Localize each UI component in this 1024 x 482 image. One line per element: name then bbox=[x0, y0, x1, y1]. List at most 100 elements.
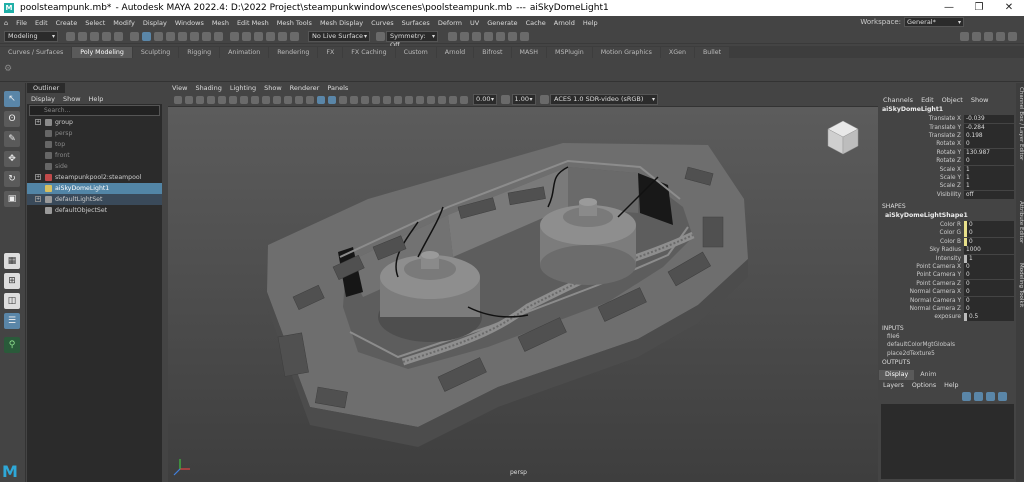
colorspace-icon[interactable] bbox=[539, 95, 549, 104]
attr-value[interactable]: 0 bbox=[964, 221, 1014, 230]
select-surface-icon[interactable] bbox=[201, 31, 211, 41]
gate-mask-icon[interactable] bbox=[250, 95, 259, 104]
screen-space-ao-icon[interactable] bbox=[360, 95, 369, 104]
attr-value[interactable]: 1000 bbox=[964, 246, 1014, 255]
viewport-menu-shading[interactable]: Shading bbox=[191, 84, 225, 92]
attr-value[interactable]: 0 bbox=[964, 271, 1014, 280]
menu-windows[interactable]: Windows bbox=[171, 19, 208, 27]
attr-value[interactable]: 0 bbox=[964, 157, 1014, 166]
field-chart-icon[interactable] bbox=[261, 95, 270, 104]
attr-value[interactable]: 0 bbox=[964, 296, 1014, 305]
shelf-tab-fx[interactable]: FX bbox=[318, 47, 343, 58]
attr-value[interactable]: 0 bbox=[964, 229, 1014, 238]
side-tab-modeling-toolkit[interactable]: Modeling Toolkit bbox=[1016, 263, 1024, 307]
channel-menu-channels[interactable]: Channels bbox=[879, 96, 917, 104]
menuset-dropdown[interactable]: Modeling bbox=[4, 30, 58, 42]
attr-value[interactable]: off bbox=[964, 190, 1014, 199]
shelf-tab-curves-surfaces[interactable]: Curves / Surfaces bbox=[0, 47, 72, 58]
shelf-tab-msplugin[interactable]: MSPlugin bbox=[547, 47, 592, 58]
paint-select-icon[interactable]: ✎ bbox=[4, 131, 20, 147]
textured-icon[interactable] bbox=[327, 95, 336, 104]
viewport-menu-show[interactable]: Show bbox=[260, 84, 286, 92]
attr-value[interactable]: 0.5 bbox=[964, 313, 1014, 322]
menu-select[interactable]: Select bbox=[81, 19, 109, 27]
isolate-select-icon[interactable] bbox=[393, 95, 402, 104]
channel-menu-object[interactable]: Object bbox=[938, 96, 967, 104]
menu-uv[interactable]: UV bbox=[466, 19, 483, 27]
minimize-button[interactable]: — bbox=[934, 0, 964, 16]
outliner-item[interactable]: + group bbox=[27, 117, 162, 128]
side-tab-attribute-editor[interactable]: Attribute Editor bbox=[1016, 201, 1024, 243]
attr-value[interactable]: 0 bbox=[964, 263, 1014, 272]
image-plane-icon[interactable] bbox=[206, 95, 215, 104]
select-camera-icon[interactable] bbox=[173, 95, 182, 104]
safe-action-icon[interactable] bbox=[272, 95, 281, 104]
menu-mesh-display[interactable]: Mesh Display bbox=[316, 19, 367, 27]
open-scene-icon[interactable] bbox=[77, 31, 87, 41]
shelf-gear-icon[interactable]: ⚙ bbox=[4, 64, 12, 74]
menu-generate[interactable]: Generate bbox=[483, 19, 521, 27]
input-node-defaultcolormgtglobals[interactable]: defaultColorMgtGlobals bbox=[879, 341, 1016, 350]
two-view-layout-icon[interactable]: ◫ bbox=[4, 293, 20, 309]
attr-value[interactable]: 0 bbox=[964, 237, 1014, 246]
select-joint-icon[interactable] bbox=[177, 31, 187, 41]
render-settings-icon[interactable] bbox=[483, 31, 493, 41]
outliner-item[interactable]: persp bbox=[27, 128, 162, 139]
new-layer-selected-icon[interactable] bbox=[973, 391, 983, 401]
ipr-render-icon[interactable] bbox=[471, 31, 481, 41]
outliner-item[interactable]: top bbox=[27, 139, 162, 150]
attr-value[interactable]: 0 bbox=[964, 288, 1014, 297]
outliner-item[interactable]: front bbox=[27, 150, 162, 161]
camera-attributes-icon[interactable] bbox=[184, 95, 193, 104]
outliner-layout-icon[interactable]: ☰ bbox=[4, 313, 20, 329]
menu-edit-mesh[interactable]: Edit Mesh bbox=[233, 19, 273, 27]
anti-aliasing-icon[interactable] bbox=[382, 95, 391, 104]
snap-view-icon[interactable] bbox=[265, 31, 275, 41]
menu-file[interactable]: File bbox=[12, 19, 31, 27]
expand-icon[interactable]: + bbox=[35, 119, 41, 125]
outliner-menu-display[interactable]: Display bbox=[27, 95, 59, 103]
shelf-tab-bullet[interactable]: Bullet bbox=[694, 47, 730, 58]
viewport-menu-renderer[interactable]: Renderer bbox=[286, 84, 324, 92]
select-handle-icon[interactable] bbox=[165, 31, 175, 41]
layer-menu-options[interactable]: Options bbox=[908, 382, 940, 389]
rotate-tool-icon[interactable]: ↻ bbox=[4, 171, 20, 187]
outliner-menu-help[interactable]: Help bbox=[85, 95, 108, 103]
shadows-icon[interactable] bbox=[349, 95, 358, 104]
attribute-editor-icon[interactable] bbox=[983, 31, 993, 41]
input-node-place2dtexture5[interactable]: place2dTexture5 bbox=[879, 350, 1016, 359]
select-component-icon[interactable] bbox=[153, 31, 163, 41]
smooth-shade-icon[interactable] bbox=[305, 95, 314, 104]
search-icon[interactable]: ⚲ bbox=[4, 337, 20, 353]
outliner-tab[interactable]: Outliner bbox=[27, 83, 66, 93]
character-controls-icon[interactable] bbox=[971, 31, 981, 41]
expand-icon[interactable]: + bbox=[35, 196, 41, 202]
colorspace-dropdown[interactable]: ACES 1.0 SDR-video (sRGB) bbox=[550, 94, 658, 105]
move-up-icon[interactable] bbox=[985, 391, 995, 401]
menu-help[interactable]: Help bbox=[579, 19, 602, 27]
snap-live-icon[interactable] bbox=[289, 31, 299, 41]
shelf-tab-sculpting[interactable]: Sculpting bbox=[132, 47, 179, 58]
workspace-dropdown[interactable]: General* bbox=[904, 17, 964, 27]
layer-menu-layers[interactable]: Layers bbox=[879, 382, 908, 389]
shelf-tab-animation[interactable]: Animation bbox=[220, 47, 269, 58]
shelf-tab-rendering[interactable]: Rendering bbox=[269, 47, 318, 58]
attr-value[interactable]: 1 bbox=[964, 182, 1014, 191]
close-button[interactable]: ✕ bbox=[994, 0, 1024, 16]
history-icon[interactable] bbox=[447, 31, 457, 41]
redo-icon[interactable] bbox=[113, 31, 123, 41]
tool-settings-icon[interactable] bbox=[995, 31, 1005, 41]
attr-value[interactable]: -0.039 bbox=[964, 115, 1014, 124]
safe-title-icon[interactable] bbox=[283, 95, 292, 104]
exposure-toggle-icon[interactable] bbox=[459, 95, 468, 104]
resolution-gate-icon[interactable] bbox=[239, 95, 248, 104]
outliner-item[interactable]: + defaultLightSet bbox=[27, 194, 162, 205]
gamma-icon[interactable] bbox=[501, 95, 510, 104]
grid-icon[interactable] bbox=[217, 95, 226, 104]
menu-cache[interactable]: Cache bbox=[522, 19, 550, 27]
film-gate-icon[interactable] bbox=[228, 95, 237, 104]
arnold-icon[interactable] bbox=[519, 31, 529, 41]
outliner-menu-show[interactable]: Show bbox=[59, 95, 85, 103]
menu-curves[interactable]: Curves bbox=[367, 19, 398, 27]
snap-surface-icon[interactable] bbox=[277, 31, 287, 41]
